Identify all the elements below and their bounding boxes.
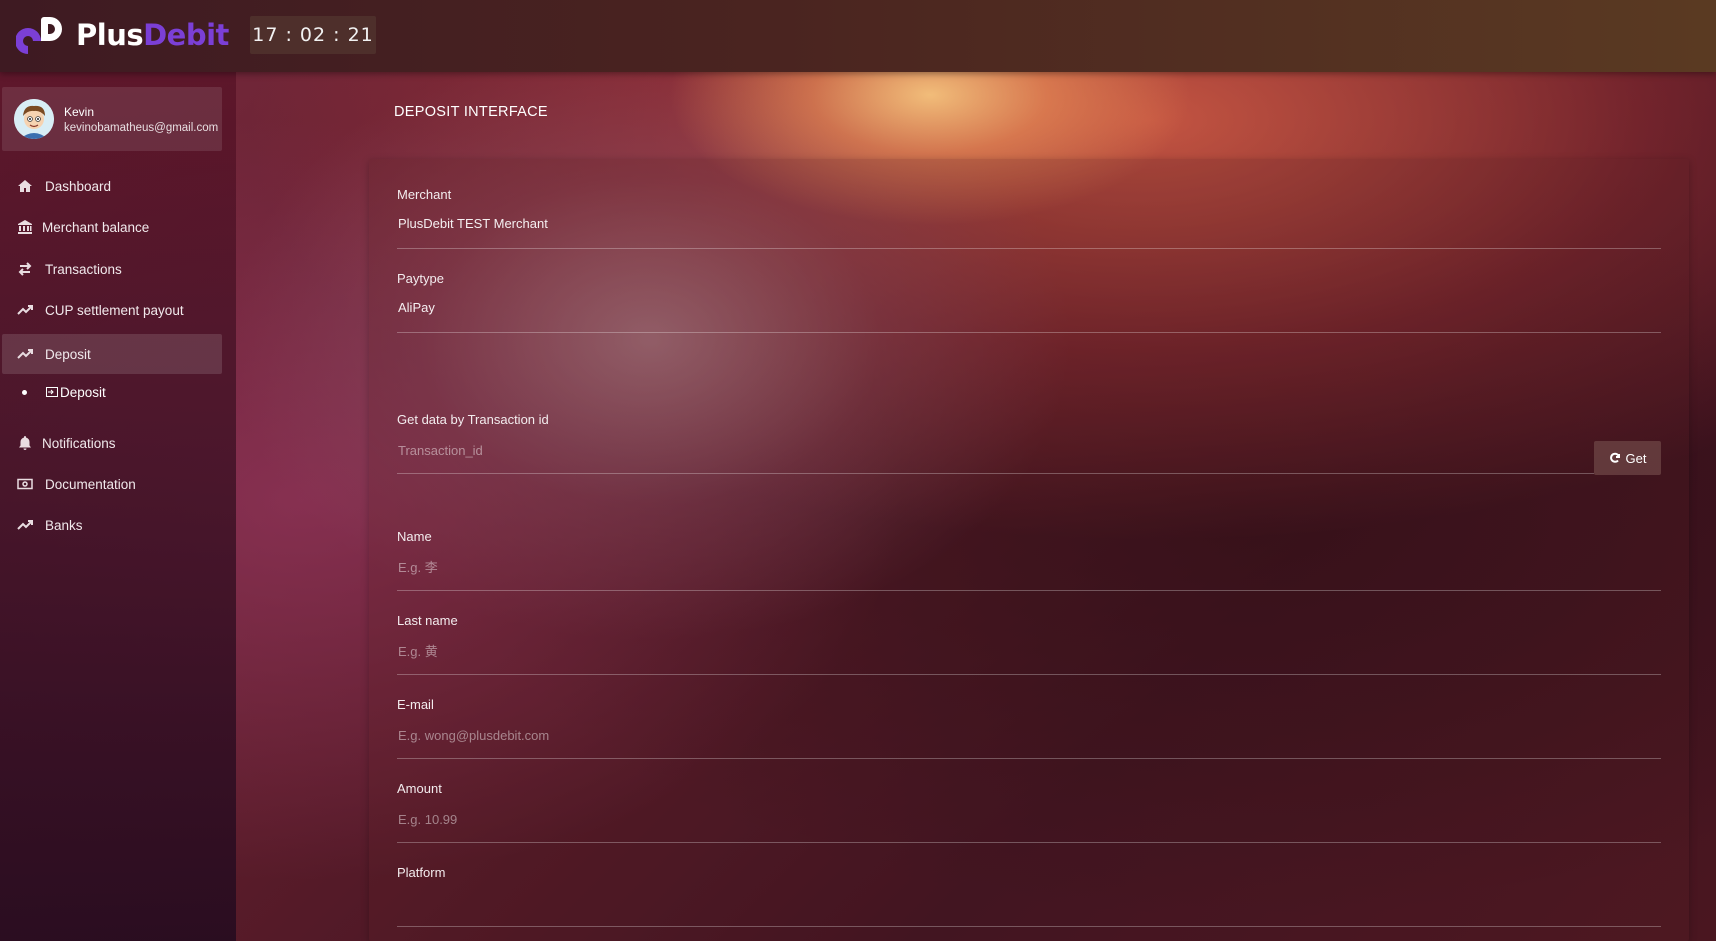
sidebar-item-label: Merchant balance xyxy=(42,219,150,235)
bank-icon xyxy=(16,218,34,236)
logo-text-debit: Debit xyxy=(143,18,229,52)
platform-label: Platform xyxy=(397,865,446,880)
sidebar-subitem-label: Deposit xyxy=(60,384,106,400)
home-icon xyxy=(16,177,34,195)
logo-text: PlusDebit xyxy=(76,18,229,52)
logo[interactable]: PlusDebit xyxy=(16,14,229,56)
paytype-value: AliPay xyxy=(398,300,435,315)
email-field: E-mail xyxy=(397,697,1661,759)
get-button[interactable]: Get xyxy=(1594,441,1661,475)
sidebar-item-label: Notifications xyxy=(42,435,116,451)
sidebar-item-merchant-balance[interactable]: Merchant balance xyxy=(2,207,222,247)
merchant-label: Merchant xyxy=(397,187,452,202)
name-label: Name xyxy=(397,529,432,544)
amount-input-wrap xyxy=(397,810,1661,843)
email-input[interactable] xyxy=(398,728,1661,743)
refresh-icon xyxy=(1609,452,1620,463)
user-card[interactable]: Kevin kevinobamatheus@gmail.com xyxy=(2,87,222,151)
sidebar-item-notifications[interactable]: Notifications xyxy=(2,423,222,463)
user-name: Kevin xyxy=(64,105,95,119)
sidebar-item-dashboard[interactable]: Dashboard xyxy=(2,166,222,206)
sidebar: Kevin kevinobamatheus@gmail.com Dashboar… xyxy=(0,72,236,941)
paytype-select[interactable]: AliPay xyxy=(397,300,1661,333)
email-label: E-mail xyxy=(397,697,434,712)
last-name-input-wrap xyxy=(397,642,1661,675)
login-box-icon xyxy=(46,387,58,397)
sidebar-item-label: CUP settlement payout xyxy=(45,302,184,318)
trending-up-icon xyxy=(16,345,34,363)
amount-input[interactable] xyxy=(398,812,1661,827)
clock-display: 17 : 02 : 21 xyxy=(250,16,376,54)
transaction-id-input-wrap xyxy=(397,441,1594,474)
platform-select[interactable] xyxy=(397,894,1661,927)
transaction-id-input[interactable] xyxy=(398,443,1594,458)
user-email: kevinobamatheus@gmail.com xyxy=(64,122,219,134)
swap-arrows-icon xyxy=(16,260,34,278)
last-name-field: Last name xyxy=(397,613,1661,675)
name-input-wrap xyxy=(397,558,1661,591)
merchant-select[interactable]: PlusDebit TEST Merchant xyxy=(397,216,1661,249)
plusdebit-logo-mark-icon xyxy=(16,17,62,54)
top-bar: PlusDebit 17 : 02 : 21 xyxy=(0,0,1716,72)
deposit-form-card: Merchant PlusDebit TEST Merchant Paytype… xyxy=(369,159,1689,941)
sidebar-item-label: Documentation xyxy=(45,476,136,492)
sidebar-item-label: Dashboard xyxy=(45,178,112,194)
merchant-field: Merchant PlusDebit TEST Merchant xyxy=(397,187,1661,249)
sidebar-item-label: Banks xyxy=(45,517,83,533)
name-input[interactable] xyxy=(398,560,1661,575)
avatar xyxy=(14,99,54,139)
page-title: DEPOSIT INTERFACE xyxy=(394,104,548,120)
paytype-field: Paytype AliPay xyxy=(397,271,1661,333)
money-bill-icon xyxy=(16,475,34,493)
email-input-wrap xyxy=(397,726,1661,759)
amount-field: Amount xyxy=(397,781,1661,843)
logo-text-plus: Plus xyxy=(76,18,144,52)
trending-up-icon xyxy=(16,516,34,534)
sidebar-item-label: Transactions xyxy=(45,261,122,277)
transaction-id-label: Get data by Transaction id xyxy=(397,412,549,427)
sidebar-item-deposit[interactable]: Deposit xyxy=(2,334,222,374)
sidebar-item-cup-settlement-payout[interactable]: CUP settlement payout xyxy=(2,290,222,330)
last-name-input[interactable] xyxy=(398,644,1661,659)
bullet-icon xyxy=(22,389,27,395)
sidebar-item-label: Deposit xyxy=(45,346,91,362)
sidebar-subitem-deposit[interactable]: Deposit xyxy=(2,377,222,407)
get-button-label: Get xyxy=(1625,450,1647,466)
paytype-label: Paytype xyxy=(397,271,444,286)
sidebar-item-transactions[interactable]: Transactions xyxy=(2,249,222,289)
platform-field: Platform xyxy=(397,865,1661,927)
last-name-label: Last name xyxy=(397,613,458,628)
sidebar-item-banks[interactable]: Banks xyxy=(2,505,222,545)
sidebar-item-documentation[interactable]: Documentation xyxy=(2,464,222,504)
merchant-value: PlusDebit TEST Merchant xyxy=(398,216,548,231)
bell-icon xyxy=(16,434,34,452)
name-field: Name xyxy=(397,529,1661,591)
amount-label: Amount xyxy=(397,781,442,796)
transaction-id-field: Get data by Transaction id Get xyxy=(397,412,1661,475)
trending-up-icon xyxy=(16,301,34,319)
